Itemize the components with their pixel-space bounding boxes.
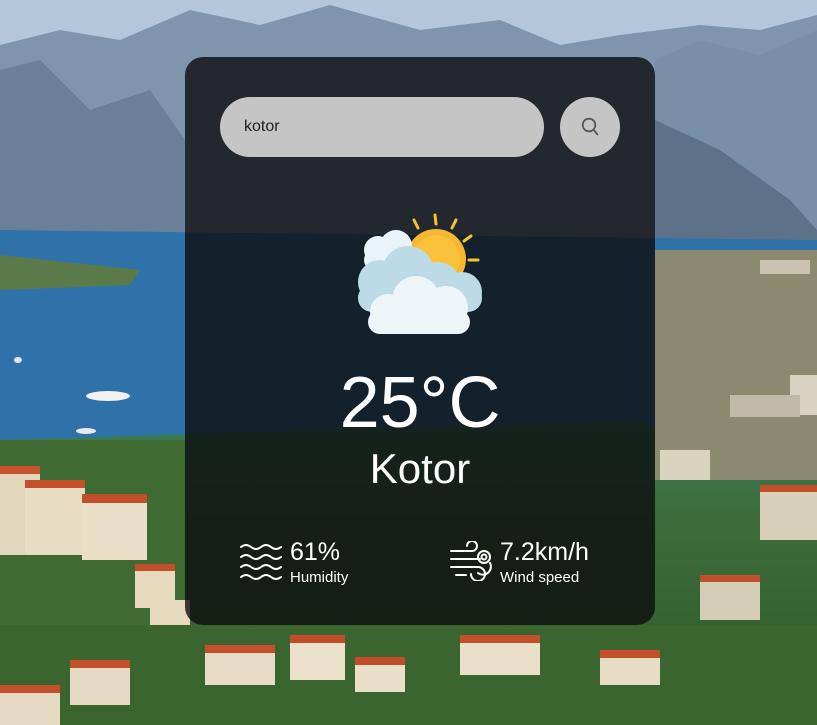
humidity-value: 61% xyxy=(290,538,341,566)
city-name: Kotor xyxy=(369,445,471,492)
humidity-stat: 61% Humidity xyxy=(240,537,420,589)
partly-cloudy-icon xyxy=(358,213,482,334)
weather-card: 25°C Kotor 61% Humidity 7.2k xyxy=(185,57,655,625)
temperature: 25°C xyxy=(339,363,501,443)
search-input[interactable] xyxy=(244,97,524,157)
humidity-waves-icon xyxy=(240,544,282,580)
humidity-label: Humidity xyxy=(290,569,349,586)
search-bar xyxy=(220,97,544,157)
wind-stat: 7.2km/h Wind speed xyxy=(450,537,630,589)
wind-label: Wind speed xyxy=(500,569,580,586)
wind-icon xyxy=(450,541,492,581)
search-icon xyxy=(581,117,599,136)
wind-value: 7.2km/h xyxy=(500,538,589,566)
search-button[interactable] xyxy=(560,97,620,157)
